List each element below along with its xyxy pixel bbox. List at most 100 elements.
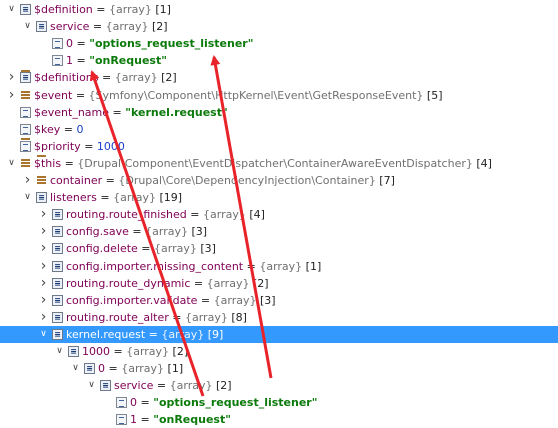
equals-sign: = — [105, 362, 122, 376]
variable-name: 0 — [130, 396, 137, 410]
expand-chevron-icon[interactable]: › — [22, 172, 33, 189]
equals-sign: = — [137, 413, 154, 427]
tree-row[interactable]: ∨ $this = {Drupal\Component\EventDispatch… — [0, 137, 558, 172]
variable-name: $priority — [34, 139, 81, 153]
collapse-chevron-icon[interactable]: ∨ — [54, 343, 65, 360]
primitive-variable-icon — [52, 55, 63, 67]
equals-sign: = — [73, 54, 90, 68]
variable-name: 1 — [130, 413, 137, 427]
variables-tree[interactable]: ∨ ≡ $definition = {array} [1] ∨ ≡ service = {… — [0, 0, 558, 426]
tree-row[interactable]: 1 = "onRequest" — [0, 411, 558, 428]
equals-sign: = — [92, 3, 109, 16]
tree-row[interactable]: ∨ ≡ service = {array} [2] — [0, 18, 558, 35]
expand-chevron-icon[interactable]: › — [38, 206, 49, 223]
variable-label: 1 = "onRequest" — [130, 411, 231, 428]
variable-name: $definition — [34, 3, 93, 16]
variable-label: listeners = {array} [19] — [50, 189, 182, 206]
variable-name: kernel.request — [66, 327, 146, 341]
tree-row[interactable]: › ≡ config.save = {array} [3] — [0, 223, 558, 240]
variable-label: $priority = 1000 — [34, 138, 125, 155]
tree-row[interactable]: › container = {Drupal\Core\DependencyInje… — [0, 155, 558, 189]
expand-chevron-icon[interactable]: › — [38, 223, 49, 240]
variable-value: "options_request_listener" — [89, 37, 254, 51]
tree-row[interactable]: › ≡ config.importer.validate = {array} [3] — [0, 292, 558, 309]
array-variable-icon: ≡ — [20, 4, 31, 15]
variable-type: {array} — [121, 362, 165, 376]
tree-row[interactable]: ∨ ≡ service = {array} [2] — [0, 377, 558, 394]
collapse-chevron-icon[interactable]: ∨ — [6, 1, 17, 18]
collapse-chevron-icon[interactable]: ∨ — [22, 189, 33, 206]
equals-sign: = — [197, 293, 214, 307]
tree-row[interactable]: ∨ ≡ 0 = {array} [1] — [0, 360, 558, 377]
expand-chevron-icon[interactable]: › — [6, 69, 17, 86]
tree-row[interactable]: › ≡ config.importer.missing_content = {arr… — [0, 258, 558, 275]
tree-row[interactable]: ∨ ≡ kernel.request = {array} [9] — [0, 325, 558, 343]
tree-row[interactable]: $key = 0 — [0, 121, 558, 138]
child-count: [2] — [148, 20, 168, 34]
variable-name: service — [50, 20, 90, 34]
variable-value: "kernel.request" — [125, 105, 228, 119]
tree-row[interactable]: › $event = {Symfony\Component\HttpKernel\… — [0, 69, 558, 104]
variable-type: {array} — [145, 225, 188, 239]
variable-type: {Symfony\Component\HttpKernel\Event\GetR… — [88, 88, 424, 102]
child-count: [8] — [227, 310, 247, 324]
variable-value: "onRequest" — [89, 54, 167, 68]
collapse-chevron-icon[interactable]: ∨ — [6, 155, 17, 172]
collapse-chevron-icon[interactable]: ∨ — [86, 377, 97, 394]
array-variable-icon: ≡ — [52, 311, 63, 323]
expand-chevron-icon[interactable]: › — [38, 292, 49, 309]
variable-name: listeners — [50, 191, 97, 205]
expand-chevron-icon[interactable]: › — [38, 258, 49, 275]
collapse-chevron-icon[interactable]: ∨ — [70, 360, 81, 377]
variable-name: config.save — [66, 225, 129, 239]
variable-value: 1000 — [96, 139, 125, 153]
tree-row[interactable]: $event_name = "kernel.request" — [0, 104, 558, 121]
primitive-variable-icon — [116, 414, 127, 426]
variable-name: 1000 — [82, 345, 110, 358]
tree-row[interactable]: › ≡ routing.route_finished = {array} [4] — [0, 206, 558, 223]
tree-row[interactable]: 0 = "options_request_listener" — [0, 35, 558, 52]
tree-row[interactable]: ∨ ≡ $definition = {array} [1] — [0, 1, 558, 18]
variable-name: routing.route_finished — [66, 208, 187, 222]
collapse-chevron-icon[interactable]: ∨ — [22, 18, 33, 35]
variable-type: {Drupal\Component\EventDispatcher\Contai… — [77, 156, 473, 170]
primitive-variable-icon — [116, 397, 127, 409]
variable-label: routing.route_alter = {array} [8] — [66, 309, 247, 326]
variable-label: $definitions = {array} [2] — [34, 69, 177, 86]
object-variable-icon — [20, 137, 31, 169]
tree-row[interactable]: 1 = "onRequest" — [0, 52, 558, 69]
collapse-chevron-icon[interactable]: ∨ — [38, 326, 49, 343]
variable-label: routing.route_finished = {array} [4] — [66, 206, 265, 223]
expand-chevron-icon[interactable]: › — [38, 309, 49, 326]
tree-row[interactable]: ∨ ≡ listeners = {array} [19] — [0, 189, 558, 206]
variable-name: service — [114, 379, 154, 393]
variable-name: config.delete — [66, 242, 138, 256]
variable-name: config.importer.missing_content — [66, 259, 244, 273]
variable-label: $event = {Symfony\Component\HttpKernel\E… — [34, 87, 443, 104]
expand-chevron-icon[interactable]: › — [38, 240, 49, 257]
object-variable-icon — [20, 69, 31, 101]
variable-type: {array} — [259, 259, 303, 273]
tree-row[interactable]: › ≡ routing.route_alter = {array} [8] — [0, 309, 558, 326]
equals-sign: = — [61, 156, 78, 170]
variable-name: 0 — [66, 37, 73, 51]
child-count: [2] — [169, 345, 189, 358]
array-variable-icon: ≡ — [52, 226, 63, 238]
array-variable-icon: ≡ — [52, 277, 63, 289]
tree-row[interactable]: › ≡ routing.route_dynamic = {array} [2] — [0, 275, 558, 292]
tree-row[interactable]: $priority = 1000 — [0, 138, 558, 155]
tree-row[interactable]: ∨ ≡ 1000 = {array} [2] — [0, 343, 558, 360]
tree-row[interactable]: › ≡ config.delete = {array} [3] — [0, 240, 558, 257]
tree-row[interactable]: › ≡ $definitions = {array} [2] — [0, 69, 558, 86]
variable-type: {Drupal\Core\DependencyInjection\Contain… — [118, 174, 376, 187]
expand-chevron-icon[interactable]: › — [38, 275, 49, 292]
equals-sign: = — [109, 105, 126, 119]
variable-value: "onRequest" — [153, 413, 231, 427]
variable-name: container — [50, 174, 103, 187]
child-count: [3] — [196, 242, 216, 256]
variable-name: routing.route_alter — [66, 310, 169, 324]
object-variable-icon — [36, 155, 47, 186]
expand-chevron-icon[interactable]: › — [6, 87, 17, 104]
array-variable-icon: ≡ — [52, 209, 63, 221]
array-variable-icon: ≡ — [36, 21, 47, 33]
